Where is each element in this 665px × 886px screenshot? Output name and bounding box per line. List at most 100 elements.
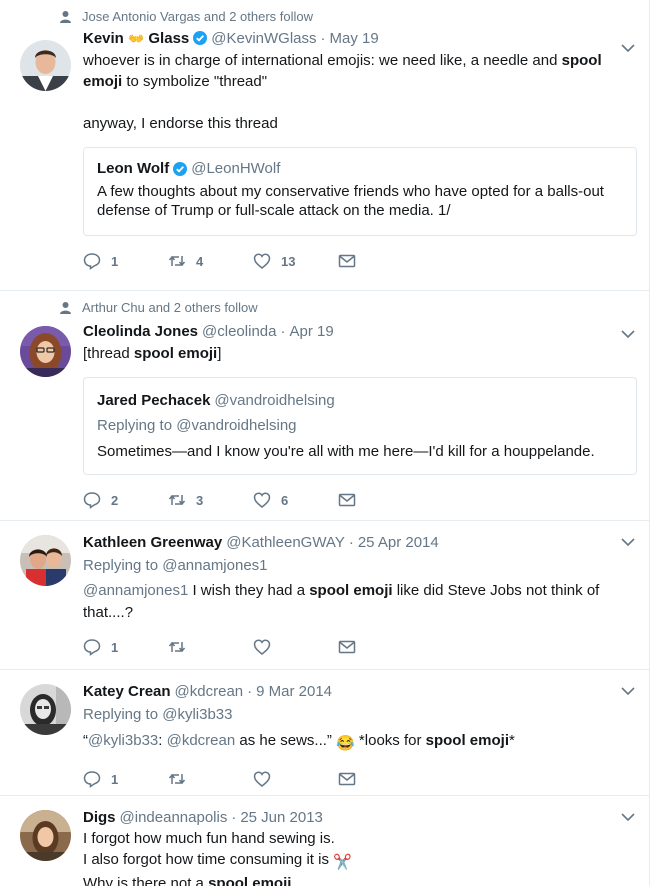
- timestamp[interactable]: 9 Mar 2014: [256, 683, 332, 700]
- reply-icon: [83, 253, 101, 270]
- direct-message-button[interactable]: [338, 770, 423, 788]
- envelope-icon: [338, 640, 356, 654]
- replying-to: Replying to @kyli3b33: [83, 706, 233, 723]
- tweet-header: Kathleen Greenway @KathleenGWAY · 25 Apr…: [83, 532, 637, 552]
- social-context: Jose Antonio Vargas and 2 others follow: [56, 8, 637, 25]
- reply-icon: [83, 639, 101, 656]
- person-icon: [60, 11, 71, 23]
- retweet-button[interactable]: [168, 638, 253, 656]
- separator-dot: ·: [348, 533, 354, 551]
- heart-icon: [253, 253, 271, 269]
- mention-link[interactable]: @kyli3b33: [88, 732, 158, 749]
- tweet-actions: 2 3 6: [83, 482, 637, 518]
- tweet-header: Digs @indeannapolis · 25 Jun 2013: [83, 807, 637, 827]
- quoted-text: Sometimes—and I know you're all with me …: [97, 443, 595, 460]
- tweet-actions: 1 4 13: [83, 243, 637, 279]
- retweet-icon: [168, 494, 186, 506]
- envelope-icon: [338, 772, 356, 786]
- verified-badge-icon: [173, 161, 188, 176]
- replying-to: Replying to @annamjones1: [83, 557, 268, 574]
- tweet-actions: 1: [83, 629, 637, 665]
- retweet-icon: [168, 255, 186, 267]
- social-context-text: Arthur Chu and 2 others follow: [82, 300, 258, 315]
- separator-dot: ·: [280, 322, 286, 340]
- display-name[interactable]: Katey Crean: [83, 683, 171, 700]
- like-button[interactable]: 6: [253, 491, 338, 509]
- direct-message-button[interactable]: [338, 491, 423, 509]
- display-name[interactable]: Kathleen Greenway: [83, 534, 222, 551]
- chevron-down-icon[interactable]: [621, 686, 635, 696]
- avatar[interactable]: [20, 684, 71, 735]
- envelope-icon: [338, 254, 356, 268]
- user-handle[interactable]: @kdcrean: [175, 683, 244, 700]
- separator-dot: ·: [247, 682, 253, 700]
- chevron-down-icon[interactable]: [621, 812, 635, 822]
- reply-icon: [83, 771, 101, 788]
- user-handle[interactable]: @KevinWGlass: [211, 30, 316, 47]
- user-handle[interactable]: @cleolinda: [202, 323, 276, 340]
- reply-button[interactable]: 1: [83, 252, 168, 270]
- display-name[interactable]: Digs: [83, 809, 116, 826]
- social-context: Arthur Chu and 2 others follow: [56, 299, 637, 316]
- user-handle[interactable]: @KathleenGWAY: [226, 534, 345, 551]
- tweet-text-continued: anyway, I endorse this thread: [83, 115, 278, 132]
- display-name[interactable]: Kevin 👐 Glass: [83, 30, 189, 47]
- tweet-header: Kevin 👐 Glass @KevinWGlass · May 19: [83, 28, 637, 48]
- avatar[interactable]: [20, 40, 71, 91]
- timestamp[interactable]: 25 Jun 2013: [240, 809, 323, 826]
- reply-button[interactable]: 1: [83, 770, 168, 788]
- tweet-text: whoever is in charge of international em…: [83, 52, 602, 90]
- envelope-icon: [338, 493, 356, 507]
- retweet-button[interactable]: 4: [168, 252, 253, 270]
- tweet-text: [thread spool emoji]: [83, 345, 222, 362]
- tweet-text: “@kyli3b33: @kdcrean as he sews...” 😂 *l…: [83, 729, 637, 756]
- quoted-tweet[interactable]: Leon Wolf @LeonHWolf A few thoughts abou…: [83, 147, 637, 236]
- reply-button[interactable]: 1: [83, 638, 168, 656]
- tweet-text: @annamjones1 I wish they had a spool emo…: [83, 582, 600, 621]
- direct-message-button[interactable]: [338, 638, 423, 656]
- quoted-tweet[interactable]: Jared Pechacek @vandroidhelsing Replying…: [83, 377, 637, 475]
- mention-link[interactable]: @kdcrean: [167, 732, 236, 749]
- tweet[interactable]: Kathleen Greenway @KathleenGWAY · 25 Apr…: [0, 521, 649, 670]
- retweet-button[interactable]: [168, 770, 253, 788]
- retweet-button[interactable]: 3: [168, 491, 253, 509]
- display-name[interactable]: Cleolinda Jones: [83, 323, 198, 340]
- tweet-actions: 1: [83, 761, 637, 797]
- retweet-icon: [168, 773, 186, 785]
- avatar[interactable]: [20, 810, 71, 861]
- separator-dot: ·: [231, 808, 237, 826]
- reply-icon: [83, 492, 101, 509]
- user-handle[interactable]: @indeannapolis: [120, 809, 228, 826]
- quoted-text: A few thoughts about my conservative fri…: [97, 183, 604, 219]
- avatar[interactable]: [20, 535, 71, 586]
- tweet[interactable]: Jose Antonio Vargas and 2 others follow …: [0, 0, 649, 291]
- name-emoji: 👐: [128, 30, 145, 46]
- like-button[interactable]: [253, 770, 338, 788]
- quoted-handle: @vandroidhelsing: [214, 391, 335, 409]
- chevron-down-icon[interactable]: [621, 537, 635, 547]
- heart-icon: [253, 492, 271, 508]
- like-button[interactable]: 13: [253, 252, 338, 270]
- chevron-down-icon[interactable]: [621, 329, 635, 339]
- scissors-emoji: ✂️: [333, 854, 352, 871]
- tweet[interactable]: Digs @indeannapolis · 25 Jun 2013 I forg…: [0, 796, 649, 886]
- direct-message-button[interactable]: [338, 252, 423, 270]
- tweet[interactable]: Katey Crean @kdcrean · 9 Mar 2014 Replyi…: [0, 670, 649, 796]
- timestamp[interactable]: May 19: [330, 30, 379, 47]
- replying-to-link[interactable]: @annamjones1: [162, 557, 267, 574]
- like-button[interactable]: [253, 638, 338, 656]
- timestamp[interactable]: Apr 19: [289, 323, 333, 340]
- timeline: Jose Antonio Vargas and 2 others follow …: [0, 0, 650, 886]
- quoted-display-name: Jared Pechacek: [97, 391, 211, 409]
- quoted-display-name: Leon Wolf: [97, 160, 170, 177]
- avatar[interactable]: [20, 326, 71, 377]
- tweet-header: Katey Crean @kdcrean · 9 Mar 2014: [83, 681, 637, 701]
- timestamp[interactable]: 25 Apr 2014: [358, 534, 439, 551]
- quoted-handle: @LeonHWolf: [191, 160, 281, 177]
- reply-button[interactable]: 2: [83, 491, 168, 509]
- replying-to-link[interactable]: @kyli3b33: [162, 706, 232, 723]
- chevron-down-icon[interactable]: [621, 43, 635, 53]
- mention-link[interactable]: @annamjones1: [83, 582, 188, 599]
- quoted-replying-to: Replying to @vandroidhelsing: [97, 417, 297, 434]
- tweet[interactable]: Arthur Chu and 2 others follow Cleolinda…: [0, 291, 649, 521]
